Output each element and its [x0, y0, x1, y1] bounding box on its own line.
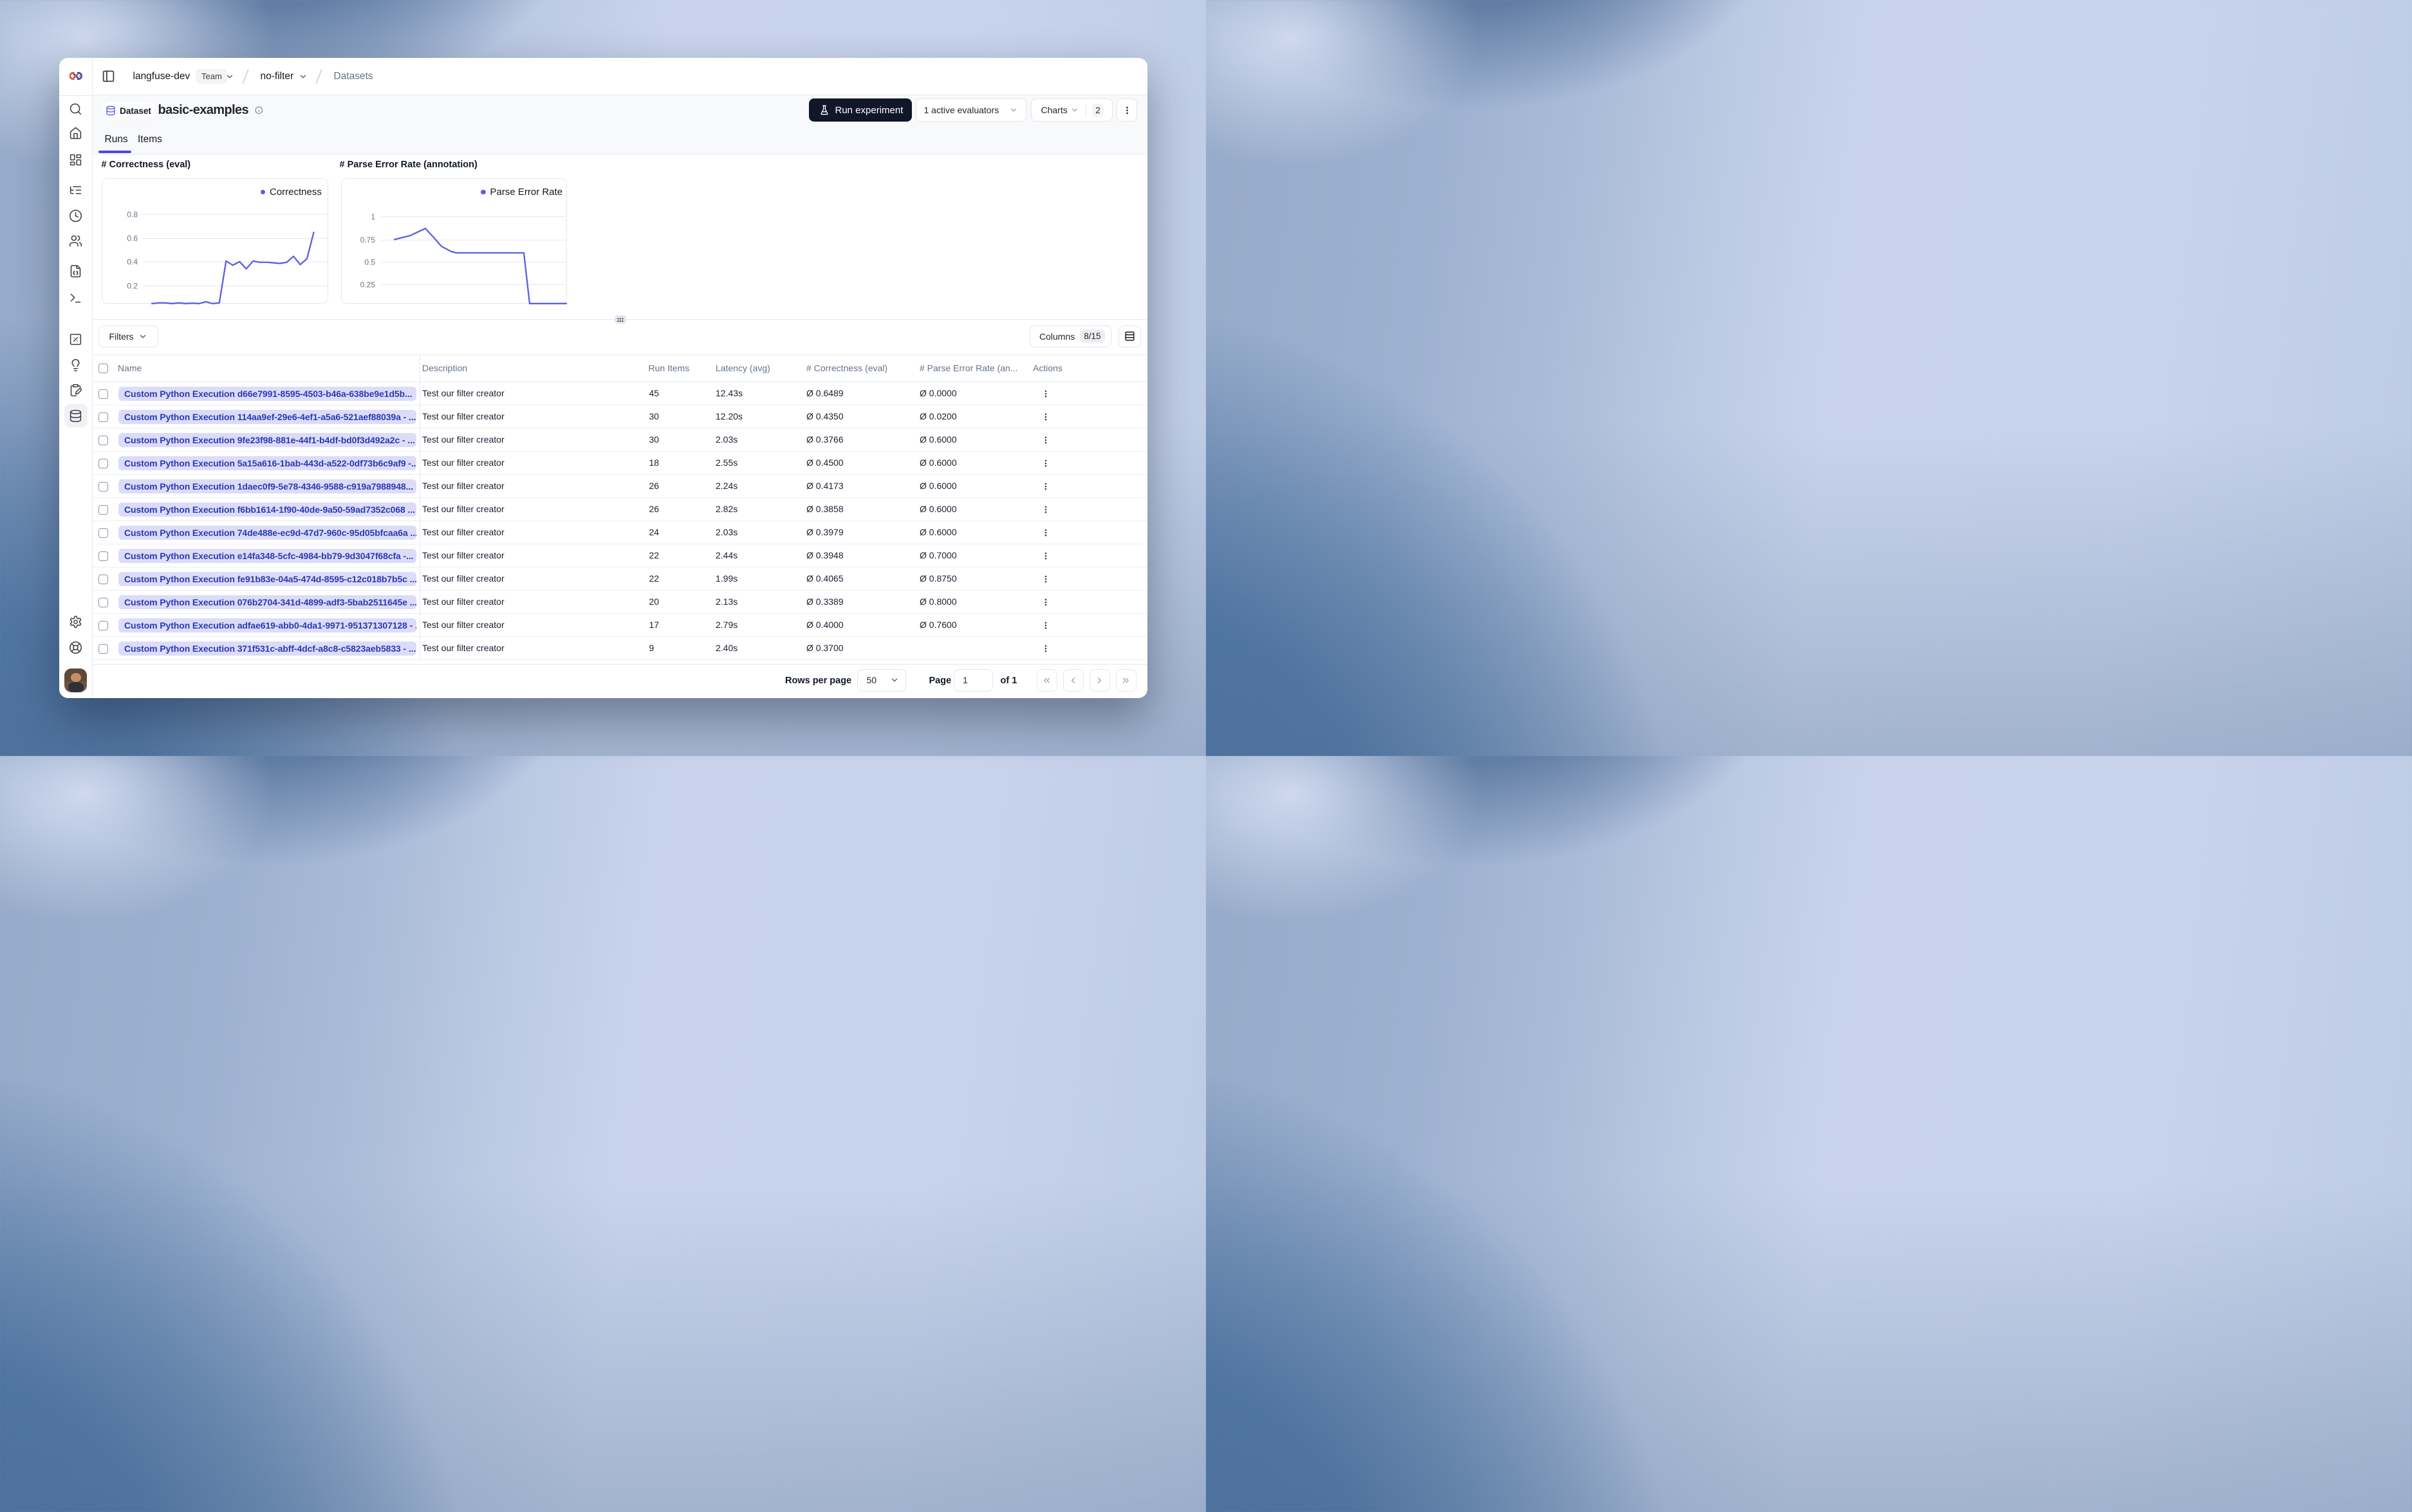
svg-text:0.25: 0.25	[360, 280, 376, 289]
svg-text:0.8: 0.8	[127, 210, 138, 219]
svg-text:1: 1	[371, 212, 375, 221]
svg-text:0.2: 0.2	[127, 282, 138, 291]
svg-text:0.6: 0.6	[127, 234, 138, 243]
svg-text:0.4: 0.4	[127, 257, 138, 266]
svg-text:0.5: 0.5	[364, 258, 375, 267]
svg-text:0.75: 0.75	[360, 235, 376, 244]
